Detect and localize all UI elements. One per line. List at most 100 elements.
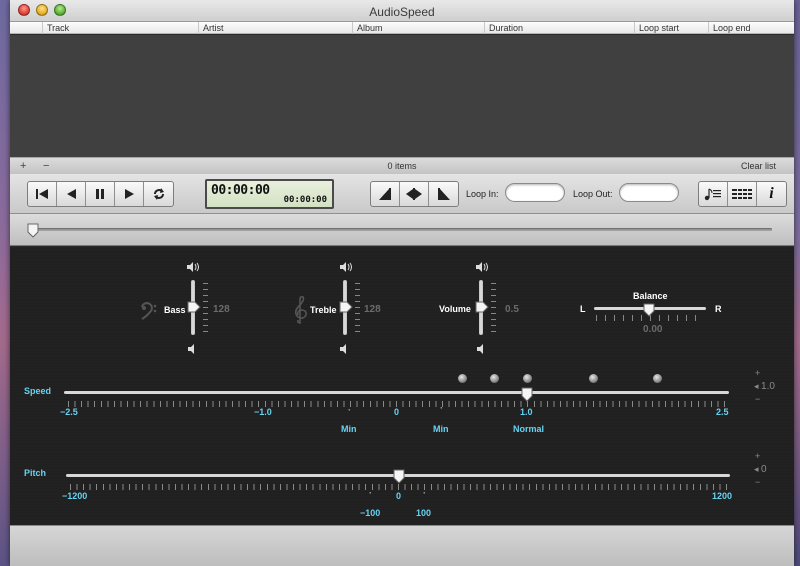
speed-scale-zero: 0 bbox=[394, 407, 400, 417]
balance-left-label: L bbox=[580, 304, 586, 314]
column-loop-start[interactable]: Loop start bbox=[634, 22, 708, 34]
treble-label: Treble bbox=[310, 305, 337, 315]
shift-loop-button[interactable] bbox=[400, 182, 429, 206]
speed-preset-dot[interactable] bbox=[653, 374, 662, 383]
bottom-bar bbox=[10, 525, 794, 566]
playlist-icon bbox=[704, 188, 721, 201]
speaker-low-icon bbox=[340, 344, 346, 354]
pitch-scale-max: 1200 bbox=[712, 491, 733, 501]
speed-value: 1.0 bbox=[761, 381, 775, 392]
speed-thumb[interactable] bbox=[521, 387, 533, 402]
position-thumb[interactable] bbox=[27, 223, 39, 238]
speed-label: Speed bbox=[24, 386, 52, 396]
speed-preset-dot[interactable] bbox=[490, 374, 499, 383]
pitch-scale-zero: 0 bbox=[396, 491, 402, 501]
clear-list-button[interactable]: Clear list bbox=[741, 161, 776, 171]
pitch-mark-tick: · bbox=[423, 488, 426, 498]
audio-panel: Bass 128 Treble 128 Volume 0.5 Balance L… bbox=[10, 247, 794, 525]
transport-controls bbox=[27, 181, 174, 207]
position-slider[interactable] bbox=[30, 228, 772, 231]
loop-out-field[interactable] bbox=[619, 183, 679, 202]
speed-scale-neg-one: −1.0 bbox=[254, 407, 272, 417]
set-loop-end-button[interactable] bbox=[429, 182, 458, 206]
speed-stepper[interactable]: + ◂ 1.0 − bbox=[754, 369, 775, 404]
equalizer-icon bbox=[732, 188, 752, 200]
speaker-high-icon bbox=[340, 262, 352, 272]
playlist-button[interactable] bbox=[699, 182, 728, 206]
pitch-thumb[interactable] bbox=[393, 469, 405, 484]
speaker-high-icon bbox=[476, 262, 488, 272]
pause-icon bbox=[96, 189, 104, 199]
column-loop-end[interactable]: Loop end bbox=[708, 22, 794, 34]
speed-preset-dot[interactable] bbox=[458, 374, 467, 383]
desktop-left bbox=[0, 0, 10, 566]
speed-increase-button[interactable]: + bbox=[754, 369, 775, 378]
pitch-stepper[interactable]: + ◂ 0 − bbox=[754, 452, 767, 487]
pitch-decrease-button[interactable]: − bbox=[754, 478, 767, 487]
pitch-mark-plus-100: 100 bbox=[416, 508, 432, 518]
set-loop-start-button[interactable] bbox=[371, 182, 400, 206]
track-list[interactable] bbox=[10, 35, 794, 157]
volume-label: Volume bbox=[439, 304, 471, 314]
skip-start-button[interactable] bbox=[28, 182, 57, 206]
column-duration[interactable]: Duration bbox=[484, 22, 634, 34]
rewind-button[interactable] bbox=[57, 182, 86, 206]
rewind-icon bbox=[67, 189, 76, 199]
loop-start-icon bbox=[379, 188, 391, 200]
volume-ticks bbox=[491, 283, 496, 333]
loop-in-field[interactable] bbox=[505, 183, 565, 202]
pitch-increase-button[interactable]: + bbox=[754, 452, 767, 461]
volume-value: 0.5 bbox=[505, 304, 519, 315]
speed-preset-dot[interactable] bbox=[523, 374, 532, 383]
play-button[interactable] bbox=[115, 182, 144, 206]
speed-scale-max: 2.5 bbox=[716, 407, 729, 417]
speed-mark-min: Min bbox=[433, 424, 449, 434]
play-icon bbox=[125, 189, 134, 199]
speed-decrease-button[interactable]: − bbox=[754, 395, 775, 404]
volume-thumb[interactable] bbox=[475, 301, 489, 313]
bass-value: 128 bbox=[213, 304, 230, 315]
pause-button[interactable] bbox=[86, 182, 115, 206]
equalizer-button[interactable] bbox=[728, 182, 757, 206]
pitch-arrow-icon: ◂ bbox=[754, 464, 759, 474]
balance-thumb[interactable] bbox=[643, 303, 655, 317]
speaker-low-icon bbox=[477, 344, 483, 354]
treble-ticks bbox=[355, 283, 360, 333]
app-window: AudioSpeed Track Artist Album Duration L… bbox=[10, 0, 794, 566]
treble-value: 128 bbox=[364, 304, 381, 315]
transport-toolbar: 00:00:00 00:00:00 Loop In: Loop Out: i bbox=[10, 174, 794, 214]
speaker-high-icon bbox=[187, 262, 199, 272]
speed-preset-dot[interactable] bbox=[589, 374, 598, 383]
pitch-ticks bbox=[70, 484, 730, 490]
column-album[interactable]: Album bbox=[352, 22, 484, 34]
column-track[interactable]: Track bbox=[42, 22, 198, 34]
elapsed-time: 00:00:00 bbox=[211, 183, 270, 198]
window-title: AudioSpeed bbox=[369, 5, 435, 19]
track-table-header: Track Artist Album Duration Loop start L… bbox=[10, 22, 794, 34]
loop-in-label: Loop In: bbox=[466, 189, 499, 199]
item-count: 0 items bbox=[387, 161, 417, 171]
loop-controls bbox=[370, 181, 459, 207]
view-controls: i bbox=[698, 181, 787, 207]
speed-mark-tick: · bbox=[440, 403, 443, 413]
total-time: 00:00:00 bbox=[283, 195, 327, 205]
bass-clef-icon bbox=[141, 302, 157, 320]
loop-end-icon bbox=[437, 188, 450, 200]
pitch-label: Pitch bbox=[24, 468, 47, 478]
bass-thumb[interactable] bbox=[187, 301, 201, 313]
info-button[interactable]: i bbox=[757, 182, 786, 206]
column-artist[interactable]: Artist bbox=[198, 22, 352, 34]
loop-shift-icon bbox=[406, 188, 422, 200]
bass-ticks bbox=[203, 283, 208, 333]
speed-slider[interactable] bbox=[64, 391, 729, 394]
pitch-value: 0 bbox=[761, 464, 767, 475]
speed-mark-min: Min bbox=[341, 424, 357, 434]
pitch-mark-tick: · bbox=[369, 488, 372, 498]
speed-scale-one: 1.0 bbox=[520, 407, 533, 417]
info-icon: i bbox=[769, 185, 774, 202]
treble-thumb[interactable] bbox=[339, 301, 353, 313]
title-bar[interactable]: AudioSpeed bbox=[10, 0, 794, 22]
speed-arrow-icon: ◂ bbox=[754, 381, 759, 391]
bass-label: Bass bbox=[164, 305, 186, 315]
repeat-button[interactable] bbox=[144, 182, 173, 206]
